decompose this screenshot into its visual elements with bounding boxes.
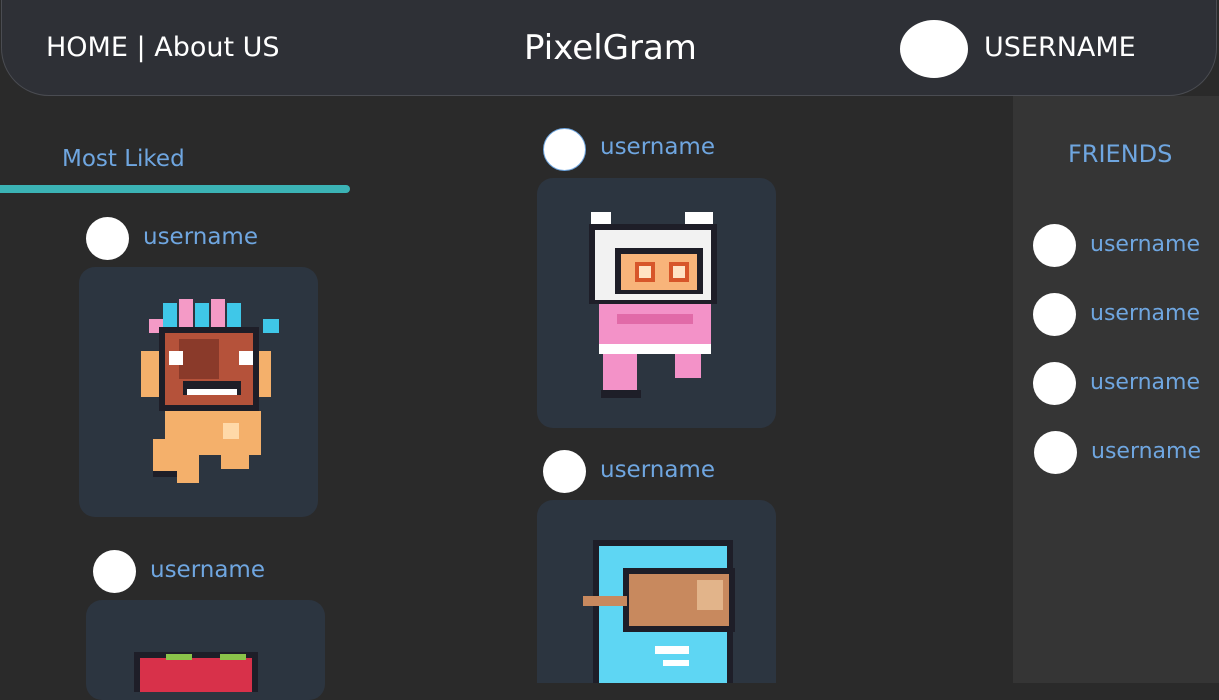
post-avatar[interactable] bbox=[86, 217, 129, 260]
post-username[interactable]: username bbox=[600, 134, 715, 160]
friend-avatar[interactable] bbox=[1034, 431, 1077, 474]
friend-avatar[interactable] bbox=[1033, 293, 1076, 336]
nav-about-link[interactable]: About US bbox=[154, 32, 279, 63]
brand-logo[interactable]: PixelGram bbox=[524, 28, 697, 68]
post-avatar[interactable] bbox=[543, 128, 586, 171]
nav-separator: | bbox=[136, 32, 146, 63]
top-navbar: HOME | About US PixelGram USERNAME bbox=[1, 0, 1217, 96]
tiki-character-image bbox=[141, 299, 279, 483]
post-image-card[interactable] bbox=[79, 267, 318, 517]
post-avatar[interactable] bbox=[93, 550, 136, 593]
post-avatar[interactable] bbox=[543, 450, 586, 493]
post-username[interactable]: username bbox=[150, 557, 265, 583]
nav-username[interactable]: USERNAME bbox=[984, 32, 1136, 63]
nav-links: HOME | About US bbox=[46, 32, 280, 63]
friend-avatar[interactable] bbox=[1033, 362, 1076, 405]
friend-username[interactable]: username bbox=[1091, 439, 1201, 464]
post-image-card[interactable] bbox=[537, 178, 776, 428]
red-character-image bbox=[134, 652, 258, 692]
hooded-character-image bbox=[589, 212, 717, 398]
nav-home-link[interactable]: HOME bbox=[46, 32, 128, 63]
friend-username[interactable]: username bbox=[1090, 232, 1200, 257]
tab-most-liked[interactable]: Most Liked bbox=[62, 146, 185, 172]
post-image-card[interactable] bbox=[86, 600, 325, 700]
tab-active-underline bbox=[0, 185, 350, 193]
friend-username[interactable]: username bbox=[1090, 301, 1200, 326]
post-username[interactable]: username bbox=[600, 457, 715, 483]
astronaut-character-image bbox=[583, 540, 735, 683]
friend-username[interactable]: username bbox=[1090, 370, 1200, 395]
post-image-card[interactable] bbox=[537, 500, 776, 683]
friends-title: FRIENDS bbox=[1068, 140, 1173, 168]
post-username[interactable]: username bbox=[143, 224, 258, 250]
friend-avatar[interactable] bbox=[1033, 224, 1076, 267]
user-avatar[interactable] bbox=[900, 20, 968, 78]
